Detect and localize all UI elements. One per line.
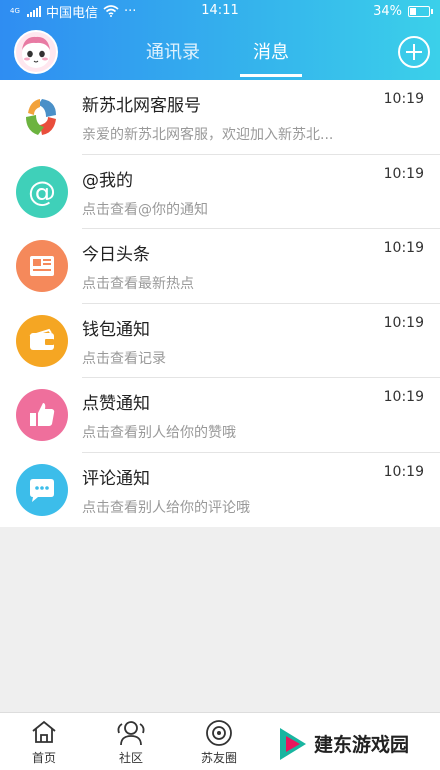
battery-fill bbox=[410, 7, 416, 15]
watermark-text: 建东游戏园 bbox=[314, 734, 410, 756]
message-preview: 点击查看别人给你的赞哦 bbox=[82, 425, 236, 441]
list-item[interactable]: 今日头条 点击查看最新热点 10:19 bbox=[0, 229, 440, 304]
at-icon: @ bbox=[16, 165, 68, 218]
tabbar-home-label: 首页 bbox=[31, 751, 56, 765]
message-preview: 点击查看最新热点 bbox=[82, 276, 194, 292]
add-button[interactable] bbox=[398, 36, 430, 68]
app-header: 4G 中国电信 ··· 14:11 34% 通讯录 消息 bbox=[0, 0, 440, 80]
message-time: 10:19 bbox=[383, 165, 424, 182]
comment-icon bbox=[16, 463, 68, 516]
tabbar-community[interactable]: 社区 bbox=[101, 713, 161, 770]
status-bar: 4G 中国电信 ··· 14:11 34% bbox=[0, 0, 440, 22]
top-navbar: 通讯录 消息 bbox=[0, 22, 440, 80]
status-time: 14:11 bbox=[201, 3, 239, 18]
message-title: 点赞通知 bbox=[82, 394, 150, 414]
message-title: 今日头条 bbox=[82, 245, 150, 265]
user-avatar[interactable] bbox=[14, 30, 58, 74]
active-tab-indicator bbox=[240, 74, 302, 77]
watermark: 建东游戏园 bbox=[270, 716, 440, 770]
message-title: 钱包通知 bbox=[82, 319, 150, 340]
cartoon-avatar-icon bbox=[22, 36, 50, 68]
list-item[interactable]: 点赞通知 点击查看别人给你的赞哦 10:19 bbox=[0, 378, 440, 453]
thumbs-up-icon bbox=[16, 389, 68, 441]
camera-circle-icon bbox=[206, 720, 232, 746]
list-item[interactable]: 钱包通知 点击查看记录 10:19 bbox=[0, 304, 440, 378]
newspaper-icon bbox=[16, 240, 68, 292]
message-time: 10:19 bbox=[383, 314, 424, 331]
list-item[interactable]: 新苏北网客服号 亲爱的新苏北网客服，欢迎加入新苏北... 10:19 bbox=[0, 80, 440, 155]
message-time: 10:19 bbox=[383, 389, 424, 405]
message-title: 新苏北网客服号 bbox=[82, 96, 201, 116]
message-title: 评论通知 bbox=[82, 468, 150, 489]
tabbar-friends-circle-label: 苏友圈 bbox=[200, 751, 237, 765]
tabbar-friends-circle[interactable]: 苏友圈 bbox=[189, 713, 249, 770]
tab-messages[interactable]: 消息 bbox=[253, 38, 289, 64]
message-title: @我的 bbox=[82, 170, 133, 191]
tabbar-community-label: 社区 bbox=[118, 751, 143, 765]
message-time: 10:19 bbox=[383, 91, 424, 107]
battery-icon bbox=[408, 5, 433, 17]
message-preview: 点击查看记录 bbox=[82, 350, 166, 367]
community-icon bbox=[117, 721, 145, 746]
tabbar-home[interactable]: 首页 bbox=[14, 713, 74, 770]
xinsubei-logo-icon bbox=[16, 91, 68, 143]
svg-text:@: @ bbox=[28, 175, 56, 208]
tab-contacts[interactable]: 通讯录 bbox=[146, 38, 200, 64]
message-time: 10:19 bbox=[383, 463, 424, 480]
watermark-logo-icon bbox=[280, 728, 306, 760]
message-preview: 亲爱的新苏北网客服，欢迎加入新苏北... bbox=[82, 127, 334, 143]
message-preview: 点击查看别人给你的评论哦 bbox=[82, 499, 250, 516]
message-list: 新苏北网客服号 亲爱的新苏北网客服，欢迎加入新苏北... 10:19 @ @我的… bbox=[0, 80, 440, 527]
list-item[interactable]: @ @我的 点击查看@你的通知 10:19 bbox=[0, 155, 440, 229]
message-preview: 点击查看@你的通知 bbox=[82, 201, 208, 218]
home-icon bbox=[32, 720, 56, 743]
message-time: 10:19 bbox=[383, 240, 424, 256]
wallet-icon bbox=[16, 314, 68, 367]
list-item[interactable]: 评论通知 点击查看别人给你的评论哦 10:19 bbox=[0, 453, 440, 528]
